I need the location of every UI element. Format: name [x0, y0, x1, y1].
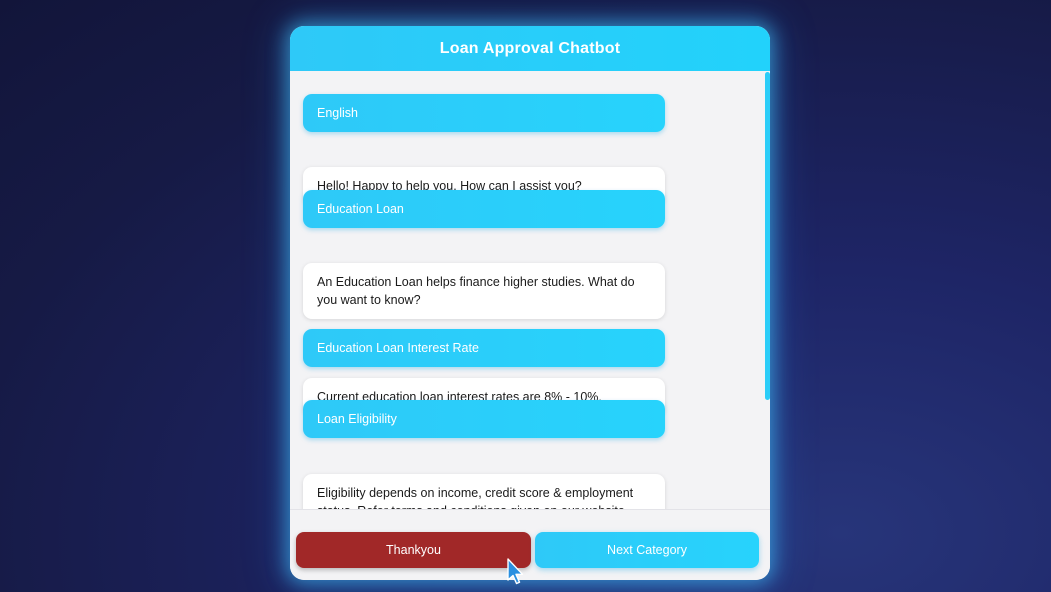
user-message-english: English: [303, 94, 665, 132]
bot-message-eligibility-info: Eligibility depends on income, credit sc…: [303, 474, 665, 509]
bot-message-education-loan-info: An Education Loan helps finance higher s…: [303, 263, 665, 319]
user-message-interest-rate: Education Loan Interest Rate: [303, 329, 665, 367]
thankyou-button[interactable]: Thankyou: [296, 532, 531, 568]
chat-footer: Thankyou Next Category: [290, 509, 770, 580]
chat-title: Loan Approval Chatbot: [439, 39, 621, 57]
user-message-education-loan: Education Loan: [303, 190, 665, 228]
message-list[interactable]: English Hello! Happy to help you. How ca…: [290, 71, 770, 509]
message-scrollbar[interactable]: [765, 72, 770, 400]
next-category-button[interactable]: Next Category: [535, 532, 759, 568]
chatbot-window: Loan Approval Chatbot English Hello! Hap…: [290, 26, 770, 580]
user-message-loan-eligibility: Loan Eligibility: [303, 400, 665, 438]
chat-header: Loan Approval Chatbot: [290, 26, 770, 71]
mouse-pointer-icon: [507, 558, 524, 585]
